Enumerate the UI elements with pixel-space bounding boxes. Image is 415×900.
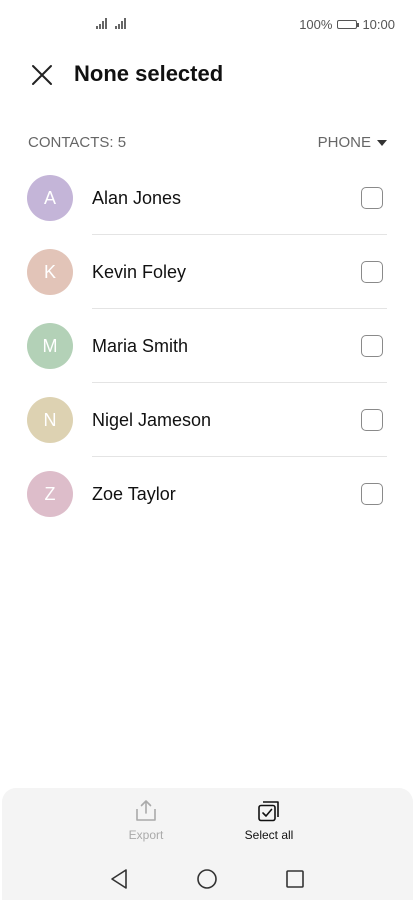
contact-list: A Alan Jones K Kevin Foley M Maria Smith… <box>0 161 415 531</box>
home-button[interactable] <box>192 864 222 894</box>
contact-checkbox[interactable] <box>361 261 383 283</box>
contact-checkbox[interactable] <box>361 409 383 431</box>
contacts-count: CONTACTS: 5 <box>28 134 127 151</box>
contact-checkbox[interactable] <box>361 483 383 505</box>
navigation-bar <box>2 864 413 894</box>
export-label: Export <box>128 828 164 842</box>
back-icon <box>111 869 127 889</box>
contact-name: Maria Smith <box>92 336 189 356</box>
contact-name: Alan Jones <box>92 188 182 208</box>
recents-icon <box>286 870 304 888</box>
contact-row[interactable]: A Alan Jones <box>0 161 415 235</box>
battery-icon <box>337 20 360 29</box>
list-header: CONTACTS: 5 PHONE <box>28 132 387 154</box>
recents-button[interactable] <box>280 864 310 894</box>
home-icon <box>197 869 217 889</box>
clock: 10:00 <box>362 17 395 32</box>
contact-checkbox[interactable] <box>361 187 383 209</box>
bottom-action-panel: Export Select all <box>2 788 413 900</box>
avatar: N <box>27 397 73 443</box>
contact-row[interactable]: K Kevin Foley <box>0 235 415 309</box>
contact-name: Zoe Taylor <box>92 484 176 504</box>
contact-checkbox[interactable] <box>361 335 383 357</box>
select-all-label: Select all <box>244 828 294 842</box>
status-bar: 100% 10:00 <box>0 0 415 50</box>
avatar: M <box>27 323 73 369</box>
account-filter-label: PHONE <box>317 134 371 151</box>
select-all-icon <box>258 801 279 822</box>
contact-row[interactable]: Z Zoe Taylor <box>0 457 415 531</box>
close-icon <box>32 65 52 85</box>
contact-name: Kevin Foley <box>92 262 187 282</box>
contact-name: Nigel Jameson <box>92 410 212 430</box>
avatar: A <box>27 175 73 221</box>
battery-percent: 100% <box>299 17 333 32</box>
caret-down-icon <box>377 139 387 146</box>
contact-row[interactable]: N Nigel Jameson <box>0 383 415 457</box>
page-title: None selected <box>74 61 224 86</box>
select-all-button[interactable]: Select all <box>229 798 309 842</box>
account-filter-dropdown[interactable]: PHONE <box>318 134 387 151</box>
back-button[interactable] <box>105 864 135 894</box>
close-button[interactable] <box>26 59 58 91</box>
export-button[interactable]: Export <box>106 798 186 842</box>
contact-row[interactable]: M Maria Smith <box>0 309 415 383</box>
app-bar: None selected <box>0 55 415 95</box>
avatar: K <box>27 249 73 295</box>
signal-icon <box>96 17 126 29</box>
status-right: 100% 10:00 <box>299 17 395 32</box>
export-icon <box>136 800 156 821</box>
avatar: Z <box>27 471 73 517</box>
